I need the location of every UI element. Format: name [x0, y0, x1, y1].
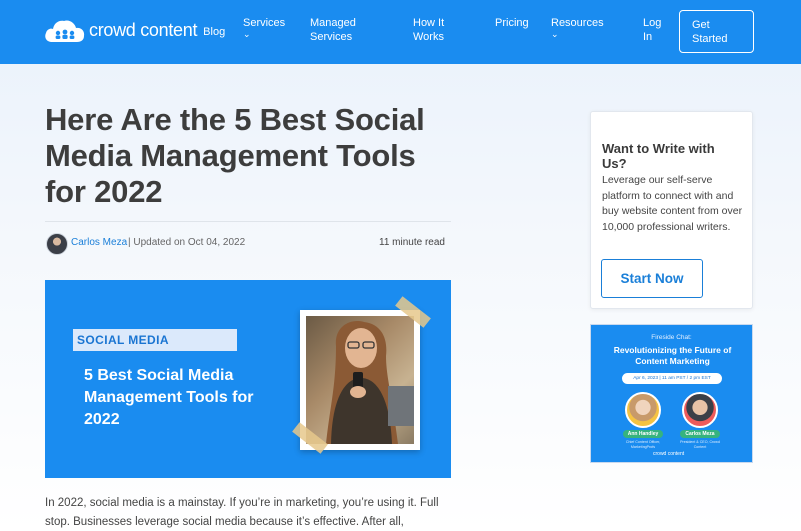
- chevron-down-icon: ⌄: [243, 29, 251, 39]
- nav-pricing[interactable]: Pricing: [495, 16, 529, 30]
- promo-title: Revolutionizing the Future of Content Ma…: [613, 345, 732, 366]
- speaker-role: President & CEO, Crowd Content: [680, 440, 720, 449]
- author-link[interactable]: Carlos Meza: [71, 237, 127, 248]
- nav-managed-line1: Managed: [310, 17, 356, 29]
- hero-photo-frame: [300, 310, 420, 450]
- hero-category-tag: SOCIAL MEDIA: [73, 329, 237, 351]
- nav-managed-line2: Services: [310, 31, 353, 43]
- nav-how-line1: How It: [413, 17, 445, 29]
- card-title: Want to Write with Us?: [602, 141, 715, 171]
- top-navbar: crowd content Blog Services ⌄ Managed Se…: [0, 0, 801, 64]
- nav-how-line2: Works: [413, 31, 444, 43]
- updated-date: | Updated on Oct 04, 2022: [128, 237, 246, 248]
- nav-login-line2: In: [643, 31, 653, 43]
- get-started-button[interactable]: Get Started: [679, 10, 754, 53]
- speaker-photo: [682, 392, 718, 428]
- promo-logo: crowd content: [653, 451, 685, 457]
- write-with-us-card: Want to Write with Us? Leverage our self…: [590, 111, 753, 309]
- chevron-down-icon: ⌄: [551, 29, 559, 39]
- person-illustration-icon: [326, 321, 414, 444]
- nav-how-it-works[interactable]: How It Works: [413, 16, 444, 44]
- card-text: Leverage our self-serve platform to conn…: [602, 174, 743, 233]
- get-started-line1: Get: [692, 19, 710, 31]
- hero-title: 5 Best Social Media Management Tools for…: [84, 367, 254, 428]
- speaker-1: Ann Handley Chief Content Officer, Marke…: [623, 392, 663, 450]
- speaker-name: Ann Handley: [623, 430, 663, 438]
- get-started-line2: Started: [692, 33, 728, 45]
- nav-pricing-label: Pricing: [495, 17, 529, 29]
- speaker-photo: [625, 392, 661, 428]
- speaker-name: Carlos Meza: [680, 430, 720, 438]
- hero-image: SOCIAL MEDIA 5 Best Social Media Managem…: [45, 280, 451, 478]
- article-title: Here Are the 5 Best Social Media Managem…: [45, 102, 425, 209]
- nav-managed-services[interactable]: Managed Services: [310, 16, 356, 44]
- nav-resources-label: Resources: [551, 17, 604, 29]
- logo-blog-label: Blog: [203, 26, 226, 38]
- author-avatar[interactable]: [46, 233, 68, 255]
- nav-services[interactable]: Services ⌄: [243, 16, 285, 39]
- fireside-chat-banner[interactable]: Fireside Chat: Revolutionizing the Futur…: [590, 324, 753, 463]
- meta-divider: [45, 221, 451, 222]
- article-intro: In 2022, social media is a mainstay. If …: [45, 497, 439, 528]
- promo-kicker: Fireside Chat:: [651, 334, 692, 341]
- cloud-logo-icon: [45, 20, 85, 42]
- speaker-role: Chief Content Officer, MarketingProfs: [625, 440, 661, 449]
- nav-resources[interactable]: Resources ⌄: [551, 16, 604, 39]
- woman-with-phone-photo: [306, 316, 414, 444]
- site-logo[interactable]: crowd content Blog: [44, 16, 225, 44]
- nav-login[interactable]: Log In: [643, 16, 661, 44]
- promo-date: Apr 6, 2023 | 11 am PST / 2 pm EST: [622, 373, 722, 384]
- logo-wordmark: crowd content: [89, 19, 198, 40]
- speaker-2: Carlos Meza President & CEO, Crowd Conte…: [680, 392, 720, 450]
- read-time: 11 minute read: [379, 237, 445, 248]
- start-now-button[interactable]: Start Now: [601, 259, 703, 298]
- nav-login-line1: Log: [643, 17, 662, 29]
- nav-services-label: Services: [243, 17, 286, 29]
